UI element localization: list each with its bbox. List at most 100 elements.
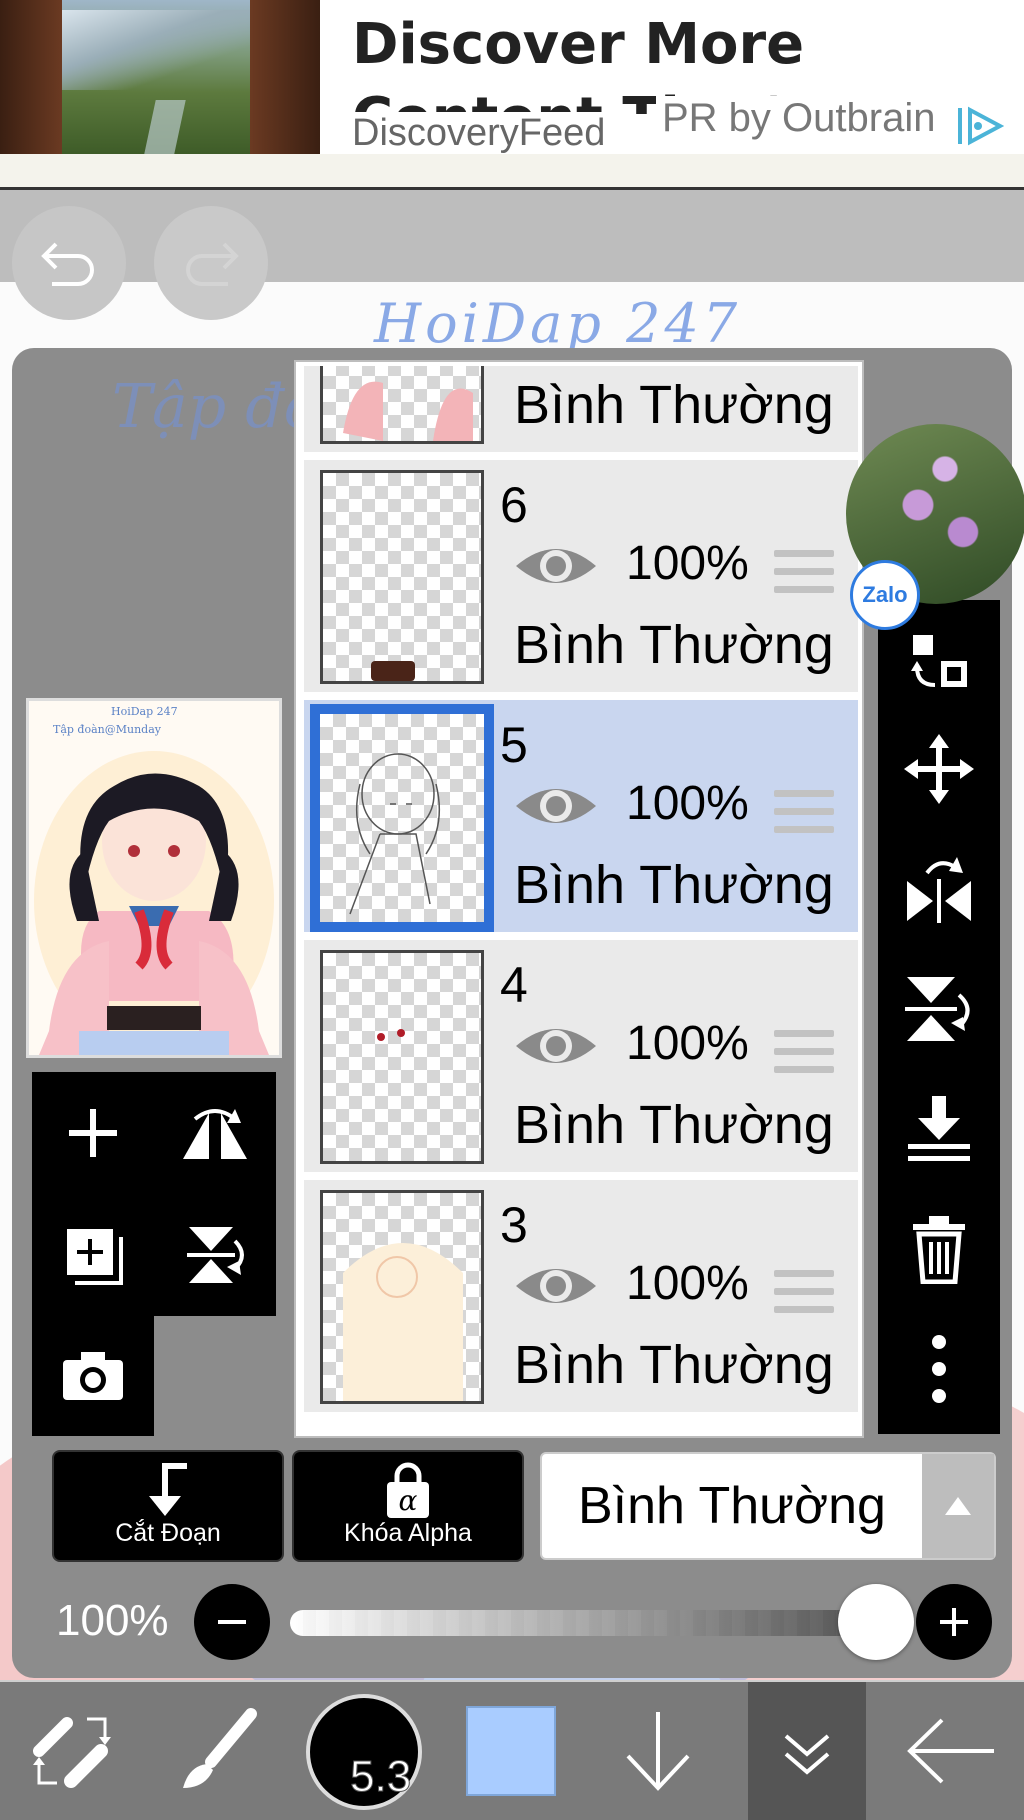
layer-thumbnail[interactable] [310, 704, 494, 932]
merge-down-icon [908, 1096, 970, 1161]
clipping-button[interactable]: Cắt Đoạn [52, 1450, 284, 1562]
layer-thumbnail[interactable] [320, 470, 484, 684]
plus-icon [940, 1608, 968, 1636]
flip-h-icon [907, 857, 971, 923]
layer-number: 5 [500, 717, 528, 773]
flip-horizontal-icon [183, 1109, 247, 1159]
clipping-label: Cắt Đoạn [115, 1519, 221, 1547]
drag-handle-icon[interactable] [774, 1270, 834, 1318]
layers-toggle-button[interactable] [748, 1682, 866, 1820]
add-layer-icon [69, 1109, 117, 1157]
transform-icon [911, 635, 967, 687]
undo-button[interactable] [12, 206, 126, 320]
visibility-eye-icon[interactable] [514, 1258, 598, 1314]
visibility-eye-icon[interactable] [514, 1018, 598, 1074]
ad-source: DiscoveryFeed [352, 112, 612, 154]
flip-layer-vertical-button[interactable] [878, 950, 1000, 1068]
flip-vertical-button[interactable] [154, 1194, 276, 1316]
download-button[interactable] [586, 1682, 730, 1820]
layer-opacity: 100% [626, 777, 749, 830]
layer-number: 3 [500, 1197, 528, 1253]
ad-divider [0, 154, 1024, 190]
left-layer-tools [32, 1072, 276, 1316]
trash-icon [913, 1216, 965, 1284]
right-layer-tools [878, 600, 1000, 1434]
flip-horizontal-button[interactable] [154, 1072, 276, 1194]
duplicate-layer-icon [67, 1229, 123, 1285]
opacity-slider[interactable] [290, 1610, 900, 1636]
flip-vertical-icon [187, 1227, 244, 1283]
alpha-lock-icon: α [387, 1462, 429, 1518]
layer-thumbnail[interactable] [320, 1190, 484, 1404]
brush-size-value: 5.3 [349, 1752, 412, 1802]
camera-button[interactable] [32, 1316, 154, 1436]
delete-layer-button[interactable] [878, 1190, 1000, 1308]
ad-sponsor[interactable]: PR by Outbrain [656, 96, 942, 141]
layer-row[interactable]: 4 100% Bình Thường [304, 940, 858, 1176]
layer-opacity: 100% [626, 1017, 749, 1070]
layer-list[interactable]: Bình Thường 6 100% Bình Thường 5 100% Bình Thư… [296, 362, 862, 1436]
layer-row[interactable]: 6 100% Bình Thường [304, 460, 858, 696]
ad-banner[interactable]: Discover More Content That's Right Disco… [0, 0, 1024, 154]
more-icon [932, 1335, 946, 1403]
move-button[interactable] [878, 710, 1000, 828]
visibility-eye-icon[interactable] [514, 538, 598, 594]
layer-row[interactable]: 5 100% Bình Thường [304, 700, 858, 936]
arrow-down-icon [626, 1712, 690, 1791]
layer-thumbnail[interactable] [320, 950, 484, 1164]
preview-artwork: HoiDap 247 Tập đoàn@Munday [29, 701, 279, 1055]
tool-switch-icon [33, 1717, 111, 1788]
back-arrow-icon [907, 1718, 994, 1784]
svg-text:HoiDap 247: HoiDap 247 [111, 705, 178, 718]
layer-opacity: 100% [626, 1257, 749, 1310]
more-options-button[interactable] [878, 1310, 1000, 1428]
layer-number: 6 [500, 477, 528, 533]
svg-text:α: α [399, 1484, 418, 1517]
drag-handle-icon[interactable] [774, 1030, 834, 1078]
layer-blend-mode: Bình Thường [514, 615, 834, 675]
alpha-lock-button[interactable]: α Khóa Alpha [292, 1450, 524, 1562]
tool-switch-button[interactable] [0, 1682, 144, 1820]
drag-handle-icon[interactable] [774, 790, 834, 838]
layer-blend-mode: Bình Thường [514, 1095, 834, 1155]
blend-mode-dropdown-arrow[interactable] [922, 1454, 994, 1558]
add-layer-button[interactable] [32, 1072, 154, 1194]
zalo-badge: Zalo [850, 560, 920, 630]
canvas-preview[interactable]: HoiDap 247 Tập đoàn@Munday [26, 698, 282, 1058]
layer-opacity-label: 100% [56, 1596, 169, 1645]
opacity-decrease-button[interactable] [194, 1584, 270, 1660]
clip-arrow-icon [149, 1463, 187, 1516]
canvas-watermark: HoiDap 247 [374, 292, 742, 355]
ad-image[interactable] [0, 0, 320, 154]
merge-down-button[interactable] [878, 1070, 1000, 1188]
opacity-slider-thumb[interactable] [838, 1584, 914, 1660]
drag-handle-icon[interactable] [774, 550, 834, 598]
undo-icon [41, 242, 94, 286]
layer-row[interactable]: 3 100% Bình Thường [304, 1180, 858, 1416]
layer-blend-mode: Bình Thường [514, 855, 834, 915]
layer-blend-mode: Bình Thường [514, 1335, 834, 1395]
brush-tool-button[interactable] [144, 1682, 288, 1820]
layers-collapse-icon [784, 1734, 830, 1775]
back-button[interactable] [880, 1682, 1024, 1820]
triangle-up-icon [945, 1497, 971, 1515]
layer-thumbnail[interactable] [320, 366, 484, 444]
visibility-eye-icon[interactable] [514, 778, 598, 834]
blend-mode-select[interactable]: Bình Thường [540, 1452, 996, 1560]
move-icon [904, 734, 974, 804]
svg-text:Tập đoàn@Munday: Tập đoàn@Munday [53, 723, 162, 736]
layer-number: 4 [500, 957, 528, 1013]
layer-blend-mode: Bình Thường [514, 375, 834, 435]
alpha-lock-label: Khóa Alpha [344, 1519, 472, 1547]
redo-button[interactable] [154, 206, 268, 320]
duplicate-layer-button[interactable] [32, 1194, 154, 1316]
layer-row[interactable]: Bình Thường [304, 366, 858, 456]
opacity-increase-button[interactable] [916, 1584, 992, 1660]
blend-mode-value: Bình Thường [578, 1477, 886, 1535]
color-picker-button[interactable] [466, 1706, 556, 1796]
flip-v-icon [905, 977, 970, 1041]
minus-icon [218, 1620, 246, 1624]
camera-icon [63, 1352, 123, 1400]
adchoices-icon[interactable] [956, 104, 1004, 148]
flip-layer-horizontal-button[interactable] [878, 830, 1000, 948]
